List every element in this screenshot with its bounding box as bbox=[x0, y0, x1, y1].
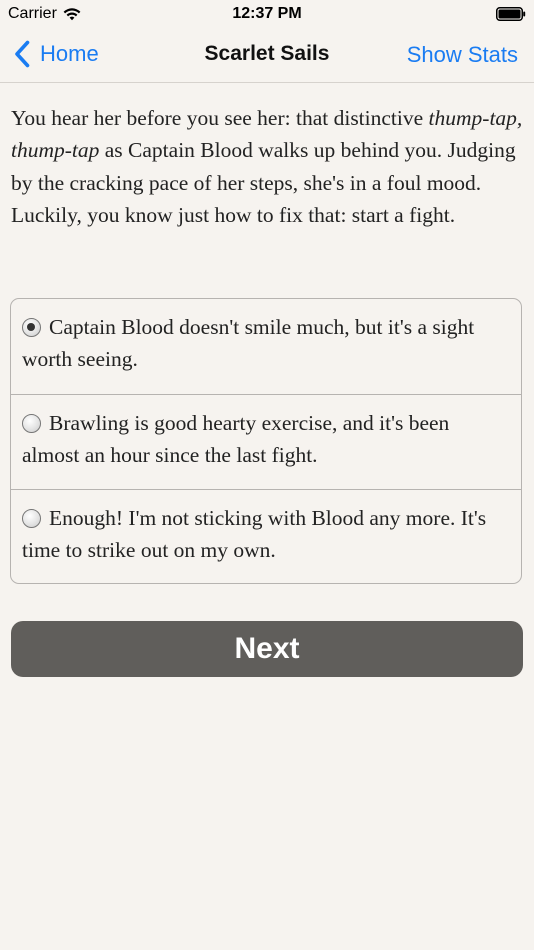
show-stats-button[interactable]: Show Stats bbox=[407, 42, 518, 68]
status-time: 12:37 PM bbox=[232, 5, 302, 22]
choice-option-1-label: Captain Blood doesn't smile much, but it… bbox=[22, 315, 475, 372]
navigation-bar: Home Scarlet Sails Show Stats bbox=[0, 28, 534, 83]
radio-unselected-icon[interactable] bbox=[22, 509, 41, 528]
radio-unselected-icon[interactable] bbox=[22, 414, 41, 433]
story-text-part-1: You hear her before you see her: that di… bbox=[11, 106, 429, 130]
radio-selected-icon[interactable] bbox=[22, 318, 41, 337]
status-bar: Carrier 12:37 PM bbox=[0, 0, 534, 28]
choice-option-2-label: Brawling is good hearty exercise, and it… bbox=[22, 411, 450, 468]
choice-option-1[interactable]: Captain Blood doesn't smile much, but it… bbox=[11, 299, 521, 394]
battery-icon bbox=[496, 7, 526, 21]
choice-option-2[interactable]: Brawling is good hearty exercise, and it… bbox=[11, 394, 521, 489]
next-button[interactable]: Next bbox=[11, 621, 523, 677]
choice-option-3-label: Enough! I'm not sticking with Blood any … bbox=[22, 506, 487, 563]
story-text: You hear her before you see her: that di… bbox=[11, 102, 523, 232]
choice-list: Captain Blood doesn't smile much, but it… bbox=[10, 298, 522, 584]
choice-option-3[interactable]: Enough! I'm not sticking with Blood any … bbox=[11, 489, 521, 583]
